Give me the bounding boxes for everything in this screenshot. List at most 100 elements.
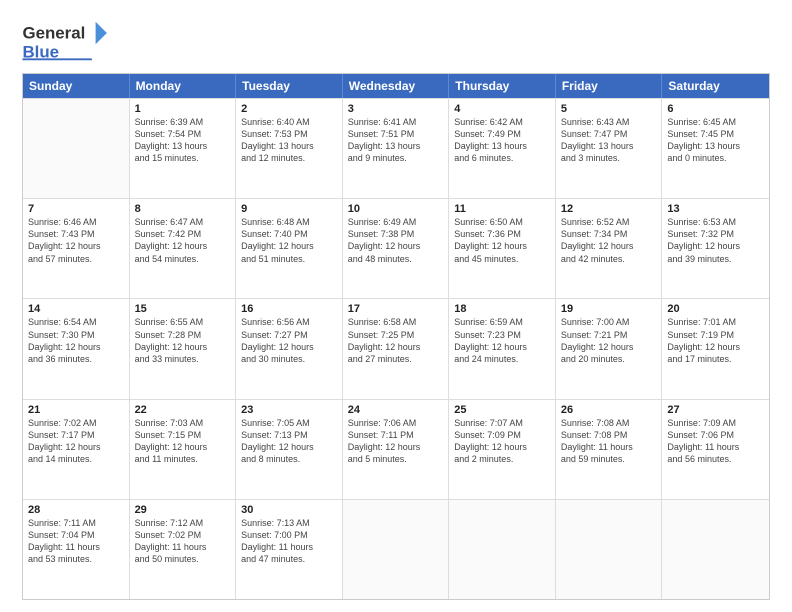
calendar-cell-19: 19Sunrise: 7:00 AMSunset: 7:21 PMDayligh… (556, 299, 663, 398)
cell-info-line: Sunset: 7:02 PM (135, 529, 231, 541)
cell-info-line: and 2 minutes. (454, 453, 550, 465)
cell-info-line: Sunrise: 7:13 AM (241, 517, 337, 529)
calendar-cell-29: 29Sunrise: 7:12 AMSunset: 7:02 PMDayligh… (130, 500, 237, 599)
calendar-cell-empty-4-6 (662, 500, 769, 599)
cell-info-line: and 14 minutes. (28, 453, 124, 465)
cell-info-line: Sunrise: 6:59 AM (454, 316, 550, 328)
cell-info-line: and 59 minutes. (561, 453, 657, 465)
cell-info-line: Sunset: 7:42 PM (135, 228, 231, 240)
day-number: 7 (28, 203, 124, 215)
cell-info-line: Sunrise: 7:01 AM (667, 316, 764, 328)
day-number: 26 (561, 404, 657, 416)
day-number: 29 (135, 504, 231, 516)
cell-info-line: Sunset: 7:11 PM (348, 429, 444, 441)
cell-info-line: Daylight: 12 hours (348, 441, 444, 453)
cell-info-line: Daylight: 12 hours (454, 341, 550, 353)
cell-info-line: and 24 minutes. (454, 353, 550, 365)
cell-info-line: Daylight: 12 hours (135, 240, 231, 252)
cell-info-line: Daylight: 13 hours (135, 140, 231, 152)
cell-info-line: Daylight: 12 hours (28, 441, 124, 453)
cell-info-line: Daylight: 12 hours (561, 341, 657, 353)
cell-info-line: Sunrise: 7:00 AM (561, 316, 657, 328)
cell-info-line: and 36 minutes. (28, 353, 124, 365)
cell-info-line: and 6 minutes. (454, 152, 550, 164)
calendar-cell-6: 6Sunrise: 6:45 AMSunset: 7:45 PMDaylight… (662, 99, 769, 198)
cell-info-line: and 45 minutes. (454, 253, 550, 265)
svg-text:General: General (22, 24, 85, 43)
cell-info-line: and 57 minutes. (28, 253, 124, 265)
calendar-cell-1: 1Sunrise: 6:39 AMSunset: 7:54 PMDaylight… (130, 99, 237, 198)
cell-info-line: Daylight: 12 hours (348, 341, 444, 353)
header: General Blue (22, 18, 770, 63)
calendar-cell-22: 22Sunrise: 7:03 AMSunset: 7:15 PMDayligh… (130, 400, 237, 499)
cell-info-line: Daylight: 12 hours (135, 441, 231, 453)
calendar-cell-empty-4-4 (449, 500, 556, 599)
cell-info-line: Sunrise: 6:52 AM (561, 216, 657, 228)
day-number: 8 (135, 203, 231, 215)
calendar-cell-18: 18Sunrise: 6:59 AMSunset: 7:23 PMDayligh… (449, 299, 556, 398)
cell-info-line: Sunset: 7:36 PM (454, 228, 550, 240)
cell-info-line: and 53 minutes. (28, 553, 124, 565)
cell-info-line: and 50 minutes. (135, 553, 231, 565)
day-number: 19 (561, 303, 657, 315)
calendar-cell-15: 15Sunrise: 6:55 AMSunset: 7:28 PMDayligh… (130, 299, 237, 398)
calendar-cell-empty-4-5 (556, 500, 663, 599)
logo-svg: General Blue (22, 18, 112, 63)
calendar-cell-12: 12Sunrise: 6:52 AMSunset: 7:34 PMDayligh… (556, 199, 663, 298)
day-number: 17 (348, 303, 444, 315)
cell-info-line: Sunset: 7:23 PM (454, 329, 550, 341)
cell-info-line: Daylight: 12 hours (454, 441, 550, 453)
calendar-cell-5: 5Sunrise: 6:43 AMSunset: 7:47 PMDaylight… (556, 99, 663, 198)
cell-info-line: Sunset: 7:21 PM (561, 329, 657, 341)
cell-info-line: Daylight: 12 hours (667, 341, 764, 353)
cell-info-line: Sunrise: 6:49 AM (348, 216, 444, 228)
day-number: 12 (561, 203, 657, 215)
cell-info-line: and 3 minutes. (561, 152, 657, 164)
cell-info-line: and 39 minutes. (667, 253, 764, 265)
cell-info-line: and 56 minutes. (667, 453, 764, 465)
cell-info-line: Sunrise: 6:39 AM (135, 116, 231, 128)
cell-info-line: Sunrise: 6:50 AM (454, 216, 550, 228)
cell-info-line: Daylight: 12 hours (561, 240, 657, 252)
day-number: 1 (135, 103, 231, 115)
calendar-body: 1Sunrise: 6:39 AMSunset: 7:54 PMDaylight… (23, 98, 769, 599)
day-number: 30 (241, 504, 337, 516)
cell-info-line: and 47 minutes. (241, 553, 337, 565)
weekday-header-monday: Monday (130, 74, 237, 98)
cell-info-line: and 48 minutes. (348, 253, 444, 265)
cell-info-line: Sunrise: 6:47 AM (135, 216, 231, 228)
cell-info-line: Daylight: 13 hours (561, 140, 657, 152)
calendar-cell-20: 20Sunrise: 7:01 AMSunset: 7:19 PMDayligh… (662, 299, 769, 398)
weekday-header-tuesday: Tuesday (236, 74, 343, 98)
weekday-header-friday: Friday (556, 74, 663, 98)
cell-info-line: Sunset: 7:43 PM (28, 228, 124, 240)
cell-info-line: Sunrise: 6:46 AM (28, 216, 124, 228)
day-number: 10 (348, 203, 444, 215)
calendar-cell-4: 4Sunrise: 6:42 AMSunset: 7:49 PMDaylight… (449, 99, 556, 198)
weekday-header-sunday: Sunday (23, 74, 130, 98)
day-number: 22 (135, 404, 231, 416)
cell-info-line: Sunset: 7:09 PM (454, 429, 550, 441)
weekday-header-saturday: Saturday (662, 74, 769, 98)
cell-info-line: Sunrise: 6:54 AM (28, 316, 124, 328)
cell-info-line: Sunrise: 6:41 AM (348, 116, 444, 128)
cell-info-line: Sunset: 7:40 PM (241, 228, 337, 240)
calendar-cell-23: 23Sunrise: 7:05 AMSunset: 7:13 PMDayligh… (236, 400, 343, 499)
calendar-row-2: 14Sunrise: 6:54 AMSunset: 7:30 PMDayligh… (23, 298, 769, 398)
cell-info-line: Sunrise: 7:02 AM (28, 417, 124, 429)
cell-info-line: Sunset: 7:19 PM (667, 329, 764, 341)
calendar-row-4: 28Sunrise: 7:11 AMSunset: 7:04 PMDayligh… (23, 499, 769, 599)
cell-info-line: Sunset: 7:49 PM (454, 128, 550, 140)
calendar-cell-13: 13Sunrise: 6:53 AMSunset: 7:32 PMDayligh… (662, 199, 769, 298)
day-number: 3 (348, 103, 444, 115)
day-number: 11 (454, 203, 550, 215)
cell-info-line: Sunrise: 6:58 AM (348, 316, 444, 328)
cell-info-line: and 33 minutes. (135, 353, 231, 365)
day-number: 6 (667, 103, 764, 115)
cell-info-line: Sunrise: 7:06 AM (348, 417, 444, 429)
day-number: 23 (241, 404, 337, 416)
cell-info-line: Daylight: 12 hours (241, 240, 337, 252)
cell-info-line: Sunset: 7:45 PM (667, 128, 764, 140)
cell-info-line: Sunrise: 7:08 AM (561, 417, 657, 429)
cell-info-line: and 51 minutes. (241, 253, 337, 265)
